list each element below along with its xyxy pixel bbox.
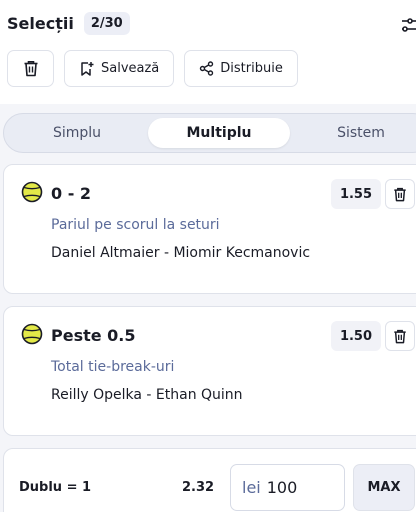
bookmark-add-icon xyxy=(81,61,94,76)
currency-label: lei xyxy=(242,478,261,497)
remove-selection-button[interactable] xyxy=(385,321,415,351)
selection-odds: 1.55 xyxy=(331,179,381,209)
tennis-ball-icon xyxy=(21,181,43,203)
selection-odds: 1.50 xyxy=(331,321,381,351)
tab-simplu[interactable]: Simplu xyxy=(4,118,150,148)
share-icon xyxy=(200,61,214,76)
selection-card: 0 - 2 1.55 Pariul pe scorul la seturi Da… xyxy=(3,164,416,294)
stake-panel: Dublu = 1 2.32 lei MAX xyxy=(3,448,416,512)
save-label: Salvează xyxy=(101,61,160,76)
stake-field[interactable]: lei xyxy=(230,464,345,511)
match-name: Daniel Altmaier - Miomir Kecmanovic xyxy=(51,245,311,261)
trash-icon xyxy=(394,187,406,201)
bet-combination-label: Dublu = 1 xyxy=(19,480,92,495)
remove-selection-button[interactable] xyxy=(385,179,415,209)
share-label: Distribuie xyxy=(220,61,283,76)
selection-name: 0 - 2 xyxy=(51,184,92,203)
market-name: Total tie-break-uri xyxy=(51,359,175,375)
selection-name: Peste 0.5 xyxy=(51,326,136,345)
tennis-ball-icon xyxy=(21,323,43,345)
settings-sliders-icon[interactable] xyxy=(400,16,416,34)
stake-input[interactable] xyxy=(266,478,337,497)
total-odds: 2.32 xyxy=(182,480,215,495)
market-name: Pariul pe scorul la seturi xyxy=(51,217,220,233)
clear-all-button[interactable] xyxy=(7,50,54,87)
bet-type-tabs: Simplu Multiplu Sistem xyxy=(3,113,416,153)
selection-count-badge: 2/30 xyxy=(83,12,130,35)
match-name: Reilly Opelka - Ethan Quinn xyxy=(51,387,243,403)
selection-card: Peste 0.5 1.50 Total tie-break-uri Reill… xyxy=(3,306,416,436)
share-button[interactable]: Distribuie xyxy=(184,50,298,87)
betslip-header: Selecții 2/30 Salvează Distribuie xyxy=(0,0,416,104)
title-row: Selecții 2/30 xyxy=(7,12,130,35)
trash-icon xyxy=(24,61,37,77)
tab-multiplu[interactable]: Multiplu xyxy=(148,118,290,148)
actions-row: Salvează Distribuie xyxy=(7,50,298,87)
page-title: Selecții xyxy=(7,14,74,33)
tab-sistem[interactable]: Sistem xyxy=(290,118,416,148)
max-stake-button[interactable]: MAX xyxy=(353,464,415,511)
trash-icon xyxy=(394,329,406,343)
save-button[interactable]: Salvează xyxy=(64,50,175,87)
